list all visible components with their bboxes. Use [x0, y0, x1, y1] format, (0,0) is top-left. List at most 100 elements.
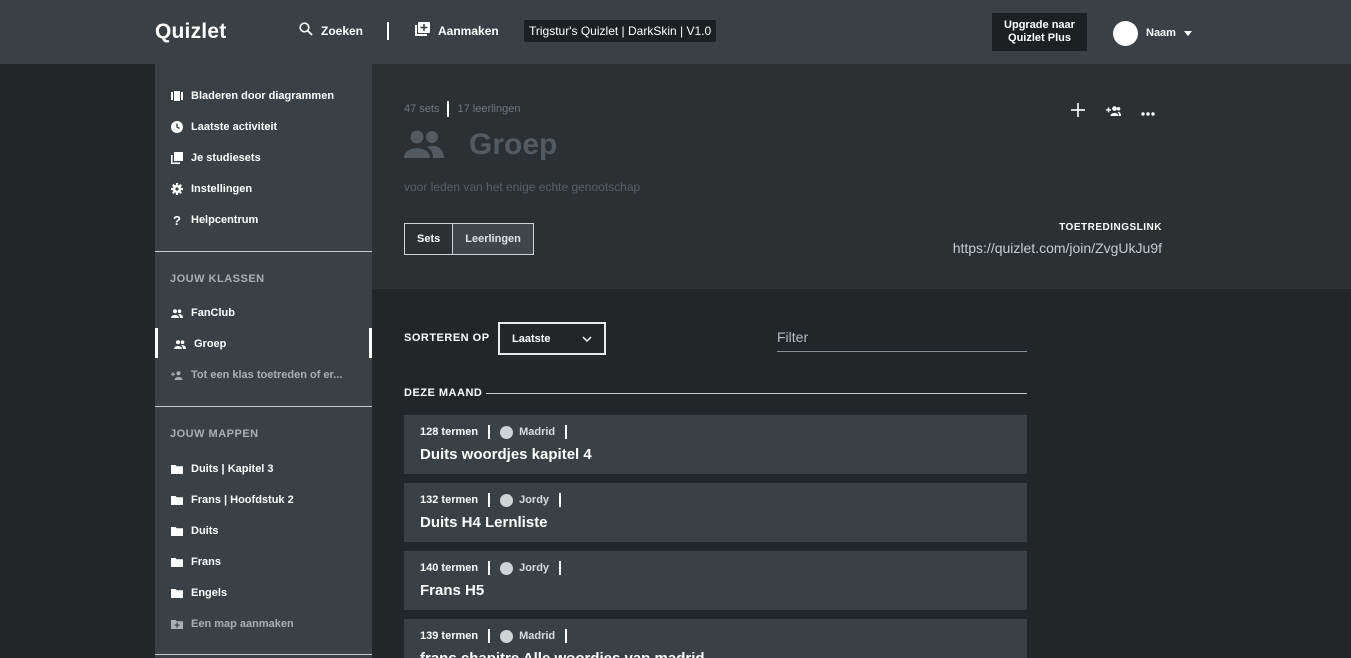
sidebar-item-label: Helpcentrum — [191, 214, 259, 226]
join-link[interactable]: https://quizlet.com/join/ZvgUkJu9f — [953, 240, 1162, 256]
folder-icon — [171, 556, 183, 568]
sidebar-divider — [155, 406, 372, 407]
sidebar-folder-frans-hoofdstuk2[interactable]: Frans | Hoofdstuk 2 — [171, 492, 294, 508]
meta-divider — [565, 425, 568, 439]
set-card[interactable]: 139 termen Madrid frans chapitre Alle wo… — [404, 619, 1027, 658]
sidebar-item-diagrams[interactable]: Bladeren door diagrammen — [171, 88, 334, 104]
filter-input[interactable] — [777, 322, 1027, 352]
author-name[interactable]: Madrid — [519, 426, 555, 438]
classes-heading: JOUW KLASSEN — [170, 273, 265, 285]
set-title[interactable]: frans chapitre Alle woordjes van madrid — [420, 650, 705, 658]
set-card[interactable]: 140 termen Jordy Frans H5 — [404, 551, 1027, 610]
add-folder-icon — [171, 618, 183, 630]
sidebar-item-label: Duits | Kapitel 3 — [191, 463, 274, 475]
folder-icon — [171, 587, 183, 599]
sidebar-item-label: Frans | Hoofdstuk 2 — [191, 494, 294, 506]
skin-badge: Trigstur's Quizlet | DarkSkin | V1.0 — [524, 20, 717, 42]
add-member-button[interactable] — [1103, 102, 1123, 122]
author-name[interactable]: Jordy — [519, 562, 549, 574]
tab-sets[interactable]: Sets — [405, 224, 452, 254]
sidebar-item-join-class[interactable]: Tot een klas toetreden of er... — [171, 367, 342, 383]
students-count: 17 leerlingen — [457, 103, 521, 115]
sidebar-item-settings[interactable]: Instellingen — [171, 181, 252, 197]
upgrade-line1: Upgrade naar — [1004, 19, 1075, 31]
sidebar-item-label: Groep — [194, 338, 227, 350]
set-card[interactable]: 132 termen Jordy Duits H4 Lernliste — [404, 483, 1027, 542]
author-avatar — [500, 561, 514, 575]
group-header: 47 sets 17 leerlingen Groep voor leden v… — [372, 64, 1351, 289]
sets-count: 47 sets — [404, 103, 440, 115]
sidebar-item-groep[interactable]: Groep — [174, 336, 226, 352]
folders-heading: JOUW MAPPEN — [170, 428, 259, 440]
set-meta: 132 termen Jordy — [420, 493, 571, 507]
add-group-icon — [171, 369, 183, 381]
sidebar-item-help[interactable]: ? Helpcentrum — [171, 212, 258, 228]
add-box-icon — [415, 22, 430, 39]
upgrade-button[interactable]: Upgrade naar Quizlet Plus — [992, 13, 1087, 51]
sidebar-folder-engels[interactable]: Engels — [171, 585, 227, 601]
meta-divider — [559, 493, 562, 507]
sets-icon — [171, 152, 183, 164]
sidebar-folder-duits[interactable]: Duits — [171, 523, 219, 539]
chevron-down-icon — [582, 333, 592, 345]
folder-icon — [171, 525, 183, 537]
terms-count: 139 termen — [420, 630, 479, 642]
top-bar: Quizlet Zoeken Aanmaken Trigstur's Quizl… — [0, 0, 1351, 64]
sort-label: SORTEREN OP — [404, 332, 490, 344]
sidebar-item-label: Laatste activiteit — [191, 121, 278, 133]
folder-icon — [171, 494, 183, 506]
chevron-down-icon[interactable] — [1184, 31, 1192, 36]
month-heading: DEZE MAAND — [404, 387, 483, 399]
search-nav-button[interactable]: Zoeken — [299, 22, 363, 39]
sidebar-create-folder[interactable]: Een map aanmaken — [171, 616, 294, 632]
create-label: Aanmaken — [438, 23, 499, 38]
sidebar-item-label: Bladeren door diagrammen — [191, 90, 335, 102]
sidebar-item-activity[interactable]: Laatste activiteit — [171, 119, 277, 135]
sidebar-folder-duits-kapitel3[interactable]: Duits | Kapitel 3 — [171, 461, 274, 477]
author-name[interactable]: Jordy — [519, 494, 549, 506]
gear-icon — [171, 183, 183, 195]
group-tabs: Sets Leerlingen — [404, 223, 534, 255]
group-description: voor leden van het enige echte genootsch… — [404, 180, 641, 194]
nav-divider — [387, 22, 389, 40]
sidebar-item-fanclub[interactable]: FanClub — [171, 305, 235, 321]
sidebar-item-label: Engels — [191, 587, 228, 599]
author-avatar — [500, 425, 514, 439]
tab-leerlingen[interactable]: Leerlingen — [452, 224, 533, 254]
upgrade-line2: Quizlet Plus — [1008, 32, 1071, 44]
sidebar-item-sets[interactable]: Je studiesets — [171, 150, 261, 166]
month-divider — [486, 393, 1027, 394]
set-card[interactable]: 128 termen Madrid Duits woordjes kapitel… — [404, 415, 1027, 474]
set-title[interactable]: Duits woordjes kapitel 4 — [420, 446, 592, 463]
set-meta: 128 termen Madrid — [420, 425, 577, 439]
set-title[interactable]: Duits H4 Lernliste — [420, 514, 548, 531]
author-avatar — [500, 493, 514, 507]
group-icon — [171, 307, 183, 319]
more-options-button[interactable] — [1138, 102, 1158, 122]
set-meta: 139 termen Madrid — [420, 629, 577, 643]
author-name[interactable]: Madrid — [519, 630, 555, 642]
group-icon — [174, 338, 186, 350]
set-meta: 140 termen Jordy — [420, 561, 571, 575]
sidebar-divider — [155, 654, 372, 655]
meta-divider — [488, 493, 491, 507]
add-person-icon — [1105, 103, 1121, 121]
sidebar-item-label: Frans — [191, 556, 221, 568]
group-icon — [404, 130, 444, 163]
set-title[interactable]: Frans H5 — [420, 582, 484, 599]
avatar[interactable] — [1113, 21, 1138, 46]
user-name[interactable]: Naam — [1146, 27, 1176, 39]
create-nav-button[interactable]: Aanmaken — [415, 22, 499, 39]
meta-divider — [488, 561, 491, 575]
logo[interactable]: Quizlet — [155, 20, 226, 44]
meta-divider — [488, 425, 491, 439]
meta-divider — [447, 101, 450, 117]
sidebar-item-label: Een map aanmaken — [191, 618, 294, 630]
author-avatar — [500, 629, 514, 643]
add-set-button[interactable] — [1068, 102, 1088, 122]
group-meta: 47 sets 17 leerlingen — [404, 101, 520, 117]
search-icon — [299, 22, 313, 39]
folder-icon — [171, 463, 183, 475]
sort-dropdown[interactable]: Laatste — [498, 322, 606, 355]
sidebar-folder-frans[interactable]: Frans — [171, 554, 221, 570]
